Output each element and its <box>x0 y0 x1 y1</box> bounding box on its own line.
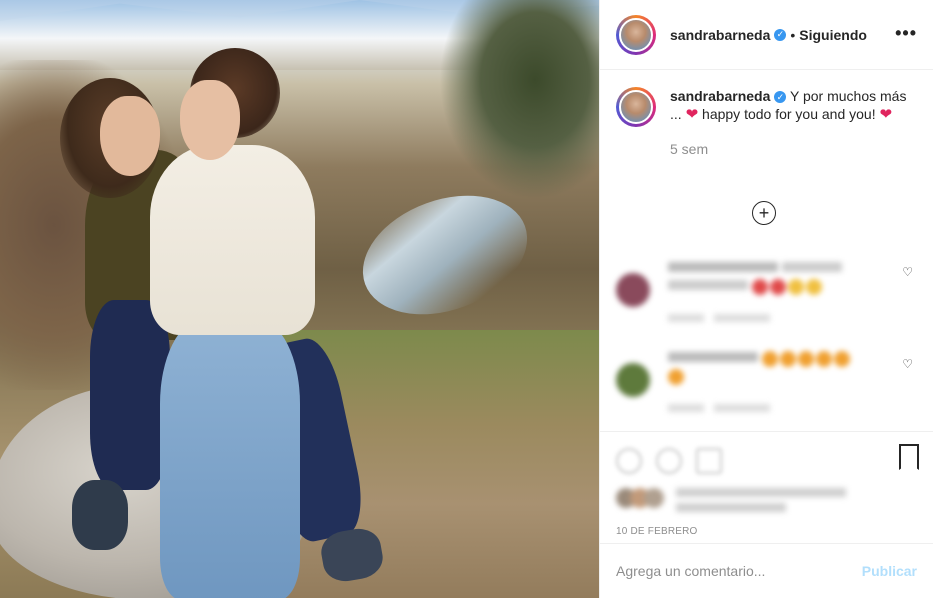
comments-section[interactable]: sandrabarneda ✓ Y por muchos más ... ❤ ha… <box>600 71 933 431</box>
heart-icon[interactable]: ♡ <box>902 265 913 279</box>
photo-person-right-sweater <box>150 145 315 335</box>
caption-text-2: happy todo for you and you! <box>698 106 880 122</box>
comment-meta <box>668 401 771 415</box>
heart-emoji-icon: ❤ <box>685 106 699 123</box>
photo-person-left-face <box>100 96 160 176</box>
comment-text <box>668 349 868 385</box>
publish-button[interactable]: Publicar <box>862 563 917 579</box>
heart-emoji-icon-2: ❤ <box>879 106 893 123</box>
header-separator: • <box>790 26 796 43</box>
comment-avatar[interactable] <box>616 273 650 307</box>
caption-avatar[interactable] <box>616 87 656 127</box>
share-icon[interactable] <box>696 448 722 474</box>
caption-username[interactable]: sandrabarneda <box>670 88 770 104</box>
post-actions: 10 DE FEBRERO <box>600 431 933 543</box>
comment-text <box>668 259 868 295</box>
post-photo[interactable] <box>0 0 599 598</box>
author-avatar[interactable] <box>616 14 656 55</box>
post-date[interactable]: 10 DE FEBRERO <box>616 526 917 537</box>
likes-summary[interactable] <box>616 486 917 520</box>
comment-meta <box>668 311 771 325</box>
caption-timestamp[interactable]: 5 sem <box>670 140 910 158</box>
action-icons-row <box>616 440 917 480</box>
photo-person-left-legs <box>90 300 170 490</box>
post-header: sandrabarneda ✓ • Siguiendo ••• <box>600 0 933 70</box>
caption-avatar-image <box>619 90 653 124</box>
plus-circle-icon[interactable]: + <box>752 201 776 225</box>
comment-item <box>616 259 916 329</box>
author-avatar-image <box>619 17 653 52</box>
comment-input[interactable] <box>616 563 862 579</box>
more-icon[interactable]: ••• <box>895 23 917 44</box>
comment-item <box>616 349 916 419</box>
follow-status-button[interactable]: Siguiendo <box>799 27 867 43</box>
photo-trees <box>439 0 599 200</box>
author-username[interactable]: sandrabarneda <box>670 27 770 43</box>
heart-icon[interactable]: ♡ <box>902 357 913 371</box>
post-side-panel: sandrabarneda ✓ • Siguiendo ••• sandraba… <box>599 0 933 598</box>
caption-verified-badge-icon: ✓ <box>774 91 787 104</box>
add-comment-bar: Publicar <box>600 543 933 598</box>
photo-person-right-legs <box>160 320 300 598</box>
comment-avatar[interactable] <box>616 363 650 397</box>
instagram-post: sandrabarneda ✓ • Siguiendo ••• sandraba… <box>0 0 933 598</box>
caption-body: sandrabarneda ✓ Y por muchos más ... ❤ ha… <box>670 87 910 158</box>
likes-avatars <box>616 488 670 508</box>
heart-icon[interactable] <box>616 448 642 474</box>
photo-shoe-left <box>72 480 128 550</box>
comment-icon[interactable] <box>656 448 682 474</box>
photo-person-right-face <box>180 80 240 160</box>
caption: sandrabarneda ✓ Y por muchos más ... ❤ ha… <box>616 87 917 158</box>
verified-badge-icon: ✓ <box>774 28 787 41</box>
